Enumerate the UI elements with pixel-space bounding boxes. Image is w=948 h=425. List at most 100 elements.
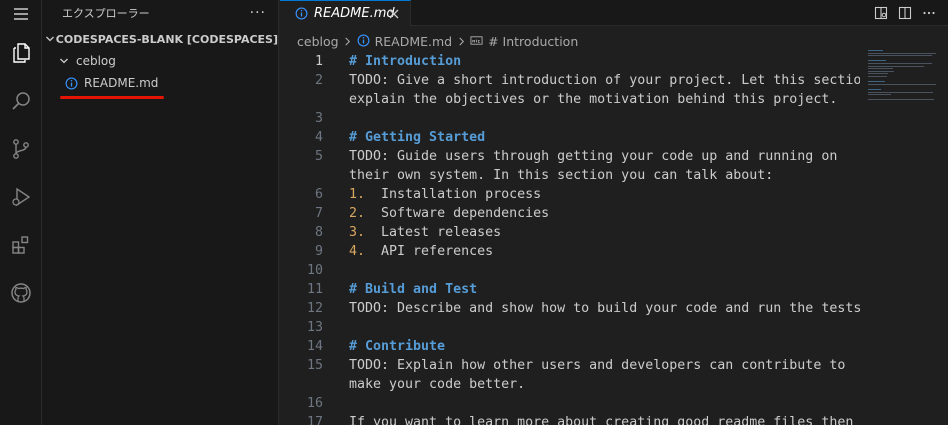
minimap-line (868, 83, 937, 85)
source-control-icon[interactable] (0, 129, 42, 169)
editor-actions (872, 0, 948, 26)
breadcrumb-symbol[interactable]: # Introduction (488, 34, 578, 49)
line-text: 4. API references (349, 242, 493, 261)
more-actions-icon[interactable] (920, 4, 938, 22)
code-line: 17 If you want to learn more about creati… (280, 413, 860, 425)
list-number: 3. (349, 225, 366, 240)
tab-label: README.md (314, 6, 395, 21)
minimap-line (868, 60, 886, 62)
info-icon (357, 34, 371, 48)
code-line: 5 TODO: Guide users through getting your … (280, 147, 860, 166)
minimap-line (868, 94, 892, 96)
code-line: 9 4. API references (280, 242, 860, 261)
line-number: 16 (306, 396, 323, 411)
tab-readme[interactable]: README.md (280, 0, 411, 26)
tree-file-readme[interactable]: README.md (42, 72, 278, 94)
line-number: 9 (314, 244, 323, 259)
line-number: 2 (314, 73, 323, 88)
file-label: README.md (84, 76, 159, 90)
github-icon[interactable] (0, 273, 42, 313)
minimap-line (868, 89, 881, 90)
line-number: 11 (306, 282, 323, 297)
line-text: their own system. In this section you ca… (349, 168, 774, 183)
line-number: 13 (306, 320, 323, 335)
code-line: 7 2. Software dependencies (280, 204, 860, 223)
sidebar-title: エクスプローラー (62, 7, 150, 20)
line-text: 3. Latest releases (349, 223, 501, 242)
chevron-down-icon (44, 31, 56, 47)
code-line: 15 TODO: Explain how other users and deve… (280, 356, 860, 375)
editor-tabs: README.md (280, 0, 948, 26)
chevron-right-icon (453, 33, 469, 49)
line-number: 8 (314, 225, 323, 240)
sidebar-header: エクスプローラー ··· (42, 0, 278, 26)
list-text: Installation process (365, 187, 542, 202)
code-line: 6 1. Installation process (280, 185, 860, 204)
line-text: TODO: Describe and show how to build you… (349, 301, 860, 316)
line-number: 15 (306, 358, 323, 373)
minimap-line (868, 52, 937, 54)
minimap-line (868, 50, 883, 51)
minimap-line (868, 63, 933, 64)
line-number: 5 (314, 149, 323, 164)
explorer-sidebar: エクスプローラー ··· CODESPACES-BLANK [CODESPACE… (42, 0, 279, 425)
breadcrumb-file[interactable]: README.md (375, 34, 453, 49)
line-text: # Introduction (349, 54, 462, 69)
list-number: 2. (349, 206, 366, 221)
extensions-icon[interactable] (0, 225, 42, 265)
code-line: 3 (280, 109, 860, 128)
list-text: Latest releases (365, 225, 502, 240)
line-number: 12 (306, 301, 323, 316)
minimap-line (868, 99, 935, 101)
code-line: 16 (280, 394, 860, 413)
line-text: 2. Software dependencies (349, 204, 549, 223)
line-text: 1. Installation process (349, 185, 541, 204)
line-number: 17 (306, 415, 323, 425)
workspace-label: CODESPACES-BLANK [CODESPACES] (55, 32, 278, 46)
code-line: 13 (280, 318, 860, 337)
line-text: TODO: Guide users through getting your c… (349, 149, 838, 164)
code-line: 8 3. Latest releases (280, 223, 860, 242)
list-text: API references (365, 244, 494, 259)
menu-icon[interactable] (0, 0, 42, 28)
line-number: 3 (314, 111, 323, 126)
code-line: explain the objectives or the motivation… (280, 90, 860, 109)
code-line: 10 (280, 261, 860, 280)
code-line: their own system. In this section you ca… (280, 166, 860, 185)
minimap-line (868, 73, 888, 75)
list-number: 1. (349, 187, 366, 202)
split-editor-icon[interactable] (896, 4, 914, 22)
close-icon[interactable] (386, 6, 402, 22)
info-icon (64, 76, 78, 90)
line-number: 7 (314, 206, 323, 221)
line-number: 4 (314, 130, 323, 145)
line-number: 10 (306, 263, 323, 278)
minimap[interactable] (862, 46, 942, 106)
tree-folder-ceblog[interactable]: ceblog (42, 50, 278, 72)
more-actions-icon[interactable]: ··· (250, 5, 266, 21)
code-line: 14 # Contribute (280, 337, 860, 356)
chevron-right-icon (340, 33, 356, 49)
search-icon[interactable] (0, 81, 42, 121)
breadcrumb-folder[interactable]: ceblog (297, 34, 339, 49)
minimap-line (868, 55, 933, 57)
chevron-down-icon (56, 53, 72, 69)
line-text: # Contribute (349, 339, 446, 354)
minimap-line (868, 76, 887, 77)
open-preview-icon[interactable] (872, 4, 890, 22)
explorer-icon[interactable] (0, 33, 42, 73)
code-editor[interactable]: 1 # Introduction 2 TODO: Give a short intro… (280, 52, 860, 425)
run-debug-icon[interactable] (0, 177, 42, 217)
minimap-line (868, 81, 885, 83)
line-text: TODO: Explain how other users and develo… (349, 358, 846, 373)
line-text: make your code better. (349, 377, 526, 392)
code-line: 4 # Getting Started (280, 128, 860, 147)
workspace-root[interactable]: CODESPACES-BLANK [CODESPACES] (42, 28, 278, 50)
code-line: 2 TODO: Give a short introduction of your… (280, 71, 860, 90)
activity-bar (0, 0, 42, 425)
line-text: # Getting Started (349, 130, 486, 145)
list-text: Software dependencies (365, 206, 550, 221)
line-text: TODO: Give a short introduction of your … (349, 73, 860, 88)
highlight-underline (60, 96, 164, 99)
code-line: 1 # Introduction (280, 52, 860, 71)
